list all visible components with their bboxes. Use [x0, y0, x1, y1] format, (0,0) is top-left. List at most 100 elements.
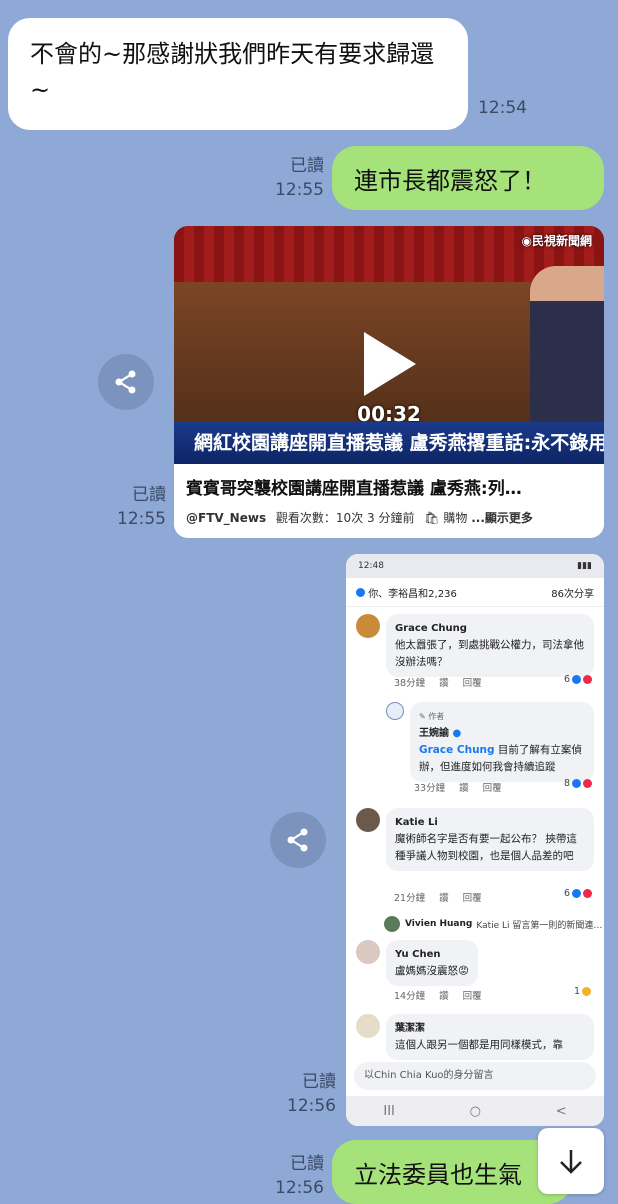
comment-time: 14分鐘 [394, 991, 426, 1002]
android-nav-bar: III ○ < [346, 1096, 604, 1126]
outgoing-message-bubble[interactable]: 立法委員也生氣 [332, 1140, 572, 1204]
like-link[interactable]: 讚 [459, 780, 469, 794]
message-time: 12:55 [117, 509, 166, 529]
screenshot-image[interactable]: 12:48 ▮▮▮ 你、李裕昌和2,236 86次分享 Grace Chung … [346, 554, 604, 1126]
avatar [356, 940, 380, 964]
battery-icon: ▮▮▮ [577, 561, 592, 571]
love-icon [583, 779, 593, 788]
comment-author: Yu Chen [395, 949, 441, 960]
outgoing-message-bubble[interactable]: 連市長都震怒了！ [332, 146, 604, 210]
comment-author: 王婉諭 ● [419, 725, 585, 742]
read-receipt: 已讀 [302, 1072, 336, 1092]
show-more-link[interactable]: ...顯示更多 [471, 511, 533, 525]
like-icon [572, 675, 582, 684]
comment-time: 33分鐘 [414, 783, 446, 794]
comment-item: Grace Chung 他太囂張了，到處挑戰公權力，司法拿他沒辦法嗎？ [356, 614, 594, 677]
comment-reactions: 8 [564, 778, 593, 789]
reply-link[interactable]: 回覆 [463, 675, 482, 689]
verified-icon: ● [452, 728, 462, 739]
incoming-message-bubble[interactable]: 不會的~那感謝狀我們昨天有要求歸還~ [8, 18, 468, 130]
shop-label: 購物 [443, 511, 468, 525]
like-link[interactable]: 讚 [439, 675, 449, 689]
image-message-status: 已讀 12:56 [274, 1070, 336, 1118]
comment-item: 葉潔潔 這個人跟另一個都是用同樣模式，靠 [356, 1014, 594, 1060]
comment-box: Grace Chung 他太囂張了，到處挑戰公權力，司法拿他沒辦法嗎？ [386, 614, 594, 677]
comment-actions: 21分鐘 讚 回覆 [394, 890, 482, 904]
incoming-message-time: 12:54 [478, 98, 527, 118]
comment-box: Katie Li 魔術師名字是否有要一起公布？ 挾帶這種爭議人物到校園，也是個人… [386, 808, 594, 871]
avatar [384, 916, 400, 932]
reaction-count: 6 [564, 674, 571, 685]
author-name: 王婉諭 [419, 728, 449, 739]
avatar [386, 702, 404, 720]
share-button[interactable] [98, 354, 154, 410]
read-receipt: 已讀 [290, 1154, 324, 1174]
love-icon [583, 889, 593, 898]
shopping-bag-icon: 🛍 [424, 511, 440, 525]
thumbnail-desk [174, 282, 534, 422]
message-status: 已讀 12:56 [262, 1152, 324, 1200]
comment-reactions: 6 [564, 674, 593, 685]
reaction-count: 6 [564, 888, 571, 899]
message-time: 12:56 [275, 1178, 324, 1198]
comment-input[interactable]: 以Chin Chia Kuo的身分留言 [354, 1062, 596, 1090]
comment-text: 盧媽媽沒震怒😡 [395, 965, 469, 977]
avatar [356, 808, 380, 832]
share-button[interactable] [270, 812, 326, 868]
view-meta: 觀看次數：10次 3 分鐘前 [275, 511, 415, 525]
like-link[interactable]: 讚 [439, 890, 449, 904]
video-message-status: 已讀 12:55 [104, 483, 166, 531]
comment-box: Yu Chen 盧媽媽沒震怒😡 [386, 940, 478, 986]
comment-item: Katie Li 魔術師名字是否有要一起公布？ 挾帶這種爭議人物到校園，也是個人… [356, 808, 594, 871]
comment-box: 葉潔潔 這個人跟另一個都是用同樣模式，靠 [386, 1014, 594, 1060]
comment-author: Katie Li [395, 817, 438, 828]
comment-reactions: 1 [574, 986, 592, 997]
read-receipt: 已讀 [290, 156, 324, 176]
recent-apps-icon[interactable]: III [383, 1104, 395, 1119]
video-thumbnail[interactable]: ◉民視新聞網 00:32 網紅校園講座開直播惹議 盧秀燕撂重話:永不錄用 [174, 226, 604, 464]
outgoing-message-text: 連市長都震怒了！ [354, 166, 546, 195]
comment-text: 他太囂張了，到處挑戰公權力，司法拿他沒辦法嗎？ [395, 639, 584, 668]
video-caption: 網紅校園講座開直播惹議 盧秀燕撂重話:永不錄用 [174, 422, 604, 464]
reply-snippet: Katie Li 留言第一則的新聞連… [476, 920, 603, 931]
comment-author: 葉潔潔 [395, 1023, 425, 1034]
author-badge: ✎ 作者 [419, 712, 445, 721]
comment-time: 21分鐘 [394, 893, 426, 904]
share-count: 86次分享 [551, 588, 594, 600]
arrow-down-icon [560, 1150, 582, 1174]
comment-reply: ✎ 作者 王婉諭 ● Grace Chung 目前了解有立案偵辦，但進度如何我會… [386, 702, 594, 782]
reply-link[interactable]: 回覆 [463, 988, 482, 1002]
comment-actions: 14分鐘 讚 回覆 [394, 988, 482, 1002]
comment-text: Grace Chung 目前了解有立案偵辦，但進度如何我會持續追蹤 [419, 742, 585, 776]
home-icon[interactable]: ○ [470, 1104, 481, 1119]
love-icon [583, 675, 593, 684]
comment-time: 38分鐘 [394, 678, 426, 689]
share-icon [287, 828, 308, 852]
reaction-names: 你、李裕昌和2,236 [368, 588, 457, 600]
reaction-count: 1 [574, 986, 581, 997]
back-icon[interactable]: < [556, 1104, 567, 1119]
comment-box: ✎ 作者 王婉諭 ● Grace Chung 目前了解有立案偵辦，但進度如何我會… [410, 702, 594, 782]
reply-link[interactable]: 回覆 [463, 890, 482, 904]
channel-name: @FTV_News [186, 511, 267, 525]
news-logo: ◉民視新聞網 [521, 234, 592, 248]
comment-actions: 38分鐘 讚 回覆 [394, 675, 482, 689]
outgoing-message-text: 立法委員也生氣 [354, 1160, 522, 1189]
reaction-count: 8 [564, 778, 571, 789]
play-icon[interactable] [364, 332, 416, 396]
video-link-card[interactable]: ◉民視新聞網 00:32 網紅校園講座開直播惹議 盧秀燕撂重話:永不錄用 賓賓哥… [174, 226, 604, 538]
phone-status-bar: 12:48 ▮▮▮ [346, 554, 604, 578]
avatar [356, 614, 380, 638]
read-receipt: 已讀 [132, 485, 166, 505]
video-subtitle: @FTV_News 觀看次數：10次 3 分鐘前 🛍 購物 ...顯示更多 [186, 509, 592, 526]
reply-preview[interactable]: Vivien Huang Katie Li 留言第一則的新聞連… [384, 916, 602, 932]
incoming-message-text: 不會的~那感謝狀我們昨天有要求歸還~ [30, 40, 435, 104]
avatar [356, 1014, 380, 1038]
mention[interactable]: Grace Chung [419, 744, 495, 756]
comment-actions: 33分鐘 讚 回覆 [414, 780, 502, 794]
reply-link[interactable]: 回覆 [483, 780, 502, 794]
scroll-to-bottom-button[interactable] [538, 1128, 604, 1194]
comment-item: Yu Chen 盧媽媽沒震怒😡 [356, 940, 478, 986]
like-link[interactable]: 讚 [439, 988, 449, 1002]
comment-text: 魔術師名字是否有要一起公布？ 挾帶這種爭議人物到校園，也是個人品差的吧 [395, 833, 577, 862]
